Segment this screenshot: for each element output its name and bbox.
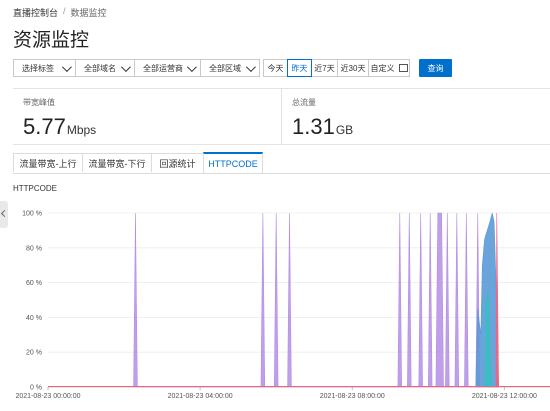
chevron-down-icon <box>120 61 131 72</box>
x-tick-label: 2021-08-23 12:00:00 <box>472 393 537 400</box>
stats-panel: 带宽峰值 5.77Mbps 总流量 1.31GB <box>13 88 550 145</box>
y-tick-label: 100 % <box>22 211 42 218</box>
tag-select-label: 选择标签 <box>22 63 54 73</box>
page-title: 资源监控 <box>13 30 90 51</box>
breadcrumb-separator: / <box>63 6 66 16</box>
tab-origin-stats[interactable]: 回源统计 <box>151 153 204 172</box>
date-option-custom[interactable]: 自定义 <box>368 59 410 77</box>
y-tick-label: 60 % <box>26 280 42 287</box>
bandwidth-peak-label: 带宽峰值 <box>23 98 55 107</box>
region-select[interactable]: 全部区域 <box>200 59 260 77</box>
total-traffic-stat: 总流量 1.31GB <box>281 89 550 144</box>
x-tick-label: 2021-08-23 08:00:00 <box>320 393 385 400</box>
region-select-label: 全部区域 <box>209 63 241 73</box>
filter-bar: 选择标签 全部域名 全部运营商 全部区域 今天 昨天 近7天 近30天 自定义 … <box>13 58 452 78</box>
x-tick-label: 2021-08-23 00:00:00 <box>16 393 81 400</box>
total-traffic-label: 总流量 <box>292 98 316 107</box>
query-button[interactable]: 查询 <box>419 59 452 77</box>
isp-select[interactable]: 全部运营商 <box>134 59 201 77</box>
date-option-7days[interactable]: 近7天 <box>311 59 338 77</box>
tab-httpcode[interactable]: HTTPCODE <box>203 152 263 173</box>
metric-tabs: 流量带宽-上行 流量带宽-下行 回源统计 HTTPCODE <box>13 152 550 174</box>
y-tick-label: 0 % <box>30 385 42 392</box>
series-area-3 <box>495 212 499 388</box>
y-tick-label: 20 % <box>26 350 42 357</box>
series-area-0 <box>133 212 480 388</box>
bandwidth-peak-unit: Mbps <box>66 123 97 137</box>
chevron-down-icon <box>186 61 197 72</box>
date-option-today[interactable]: 今天 <box>263 59 288 77</box>
bandwidth-peak-value: 5.77 <box>23 114 66 139</box>
custom-date-label: 自定义 <box>370 63 395 73</box>
tag-select[interactable]: 选择标签 <box>13 59 76 77</box>
x-tick-label: 2021-08-23 04:00:00 <box>168 393 233 400</box>
y-tick-label: 80 % <box>26 245 42 252</box>
chevron-down-icon <box>245 61 256 72</box>
date-option-30days[interactable]: 近30天 <box>337 59 369 77</box>
breadcrumb: 直播控制台 / 数据监控 <box>13 6 107 19</box>
total-traffic-unit: GB <box>335 123 354 137</box>
chevron-down-icon <box>61 61 72 72</box>
date-option-yesterday[interactable]: 昨天 <box>287 59 312 77</box>
y-tick-label: 40 % <box>26 315 42 322</box>
tab-downstream-bandwidth[interactable]: 流量带宽-下行 <box>82 153 152 172</box>
tab-upstream-bandwidth[interactable]: 流量带宽-上行 <box>13 153 83 172</box>
isp-select-label: 全部运营商 <box>143 63 183 73</box>
domain-select[interactable]: 全部域名 <box>75 59 135 77</box>
date-range-segment: 今天 昨天 近7天 近30天 自定义 <box>263 59 410 77</box>
breadcrumb-current: 数据监控 <box>70 8 107 18</box>
total-traffic-value: 1.31 <box>292 114 335 139</box>
calendar-icon <box>398 64 408 72</box>
domain-select-label: 全部域名 <box>84 63 116 73</box>
bandwidth-peak-stat: 带宽峰值 5.77Mbps <box>13 89 281 144</box>
chart-title: HTTPCODE <box>13 184 57 193</box>
breadcrumb-root-link[interactable]: 直播控制台 <box>13 6 58 19</box>
httpcode-chart: 100 % 80 % 60 % 40 % 20 % 0 % 2021-08-23 00:0… <box>16 211 550 400</box>
